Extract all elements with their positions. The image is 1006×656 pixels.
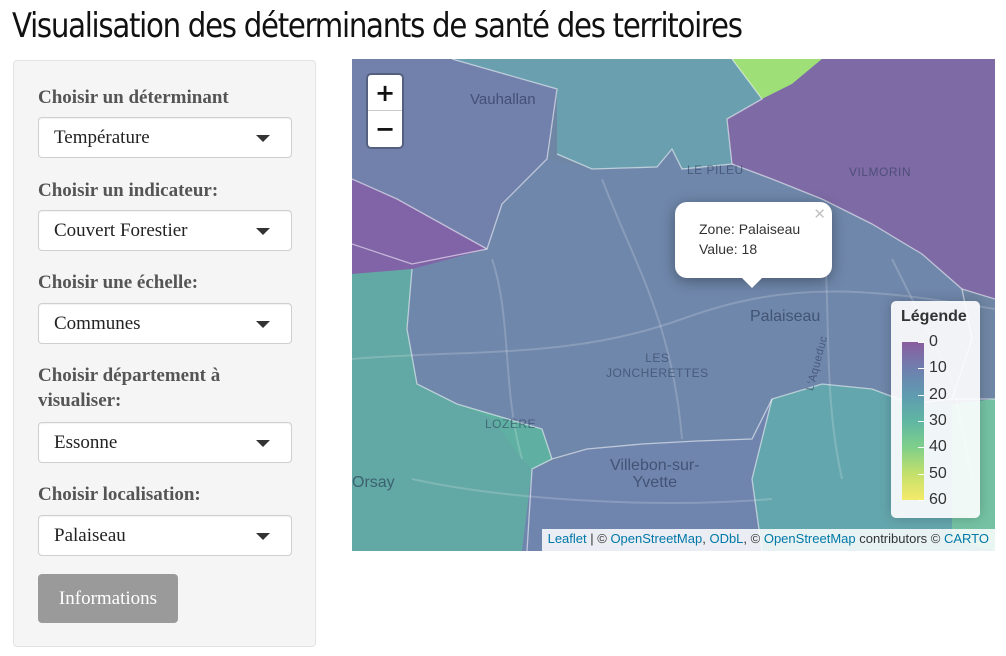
sidebar-panel: Choisir un déterminant Température Chois… xyxy=(13,60,316,647)
caret-down-icon xyxy=(256,228,270,235)
informations-button[interactable]: Informations xyxy=(38,574,178,623)
legend-tick xyxy=(918,447,924,449)
zoom-out-button[interactable]: − xyxy=(368,111,402,147)
determinant-select-value: Température xyxy=(54,127,150,148)
departement-select[interactable]: Essonne xyxy=(38,422,292,463)
legend-tick-label: 20 xyxy=(929,385,947,403)
localisation-select[interactable]: Palaiseau xyxy=(38,515,292,556)
legend-tick-label: 60 xyxy=(929,491,947,508)
openstreetmap-link[interactable]: OpenStreetMap xyxy=(764,531,856,546)
place-label-palaiseau: Palaiseau xyxy=(750,308,821,325)
place-label-orsay: Orsay xyxy=(352,474,395,491)
legend-tick-label: 40 xyxy=(929,438,947,456)
caret-down-icon xyxy=(256,135,270,142)
place-label-villebon: Villebon-sur- Yvette xyxy=(610,457,700,491)
legend-tick xyxy=(918,421,924,422)
determinant-label: Choisir un déterminant xyxy=(38,87,229,108)
caret-down-icon xyxy=(256,533,270,540)
zoom-control: + − xyxy=(366,73,404,149)
determinant-select[interactable]: Température xyxy=(38,117,292,158)
place-label-vilmorin: VILMORIN xyxy=(849,165,912,179)
attribution-text: , © xyxy=(743,531,764,546)
map-attribution: Leaflet | © OpenStreetMap, ODbL, © OpenS… xyxy=(541,529,995,551)
caret-down-icon xyxy=(256,440,270,447)
echelle-label: Choisir une échelle: xyxy=(38,272,199,293)
zoom-in-button[interactable]: + xyxy=(368,75,402,111)
place-label-le-pileu: LE PILEU xyxy=(687,163,744,177)
place-label-les-joncherettes: LES JONCHERETTES xyxy=(606,351,709,380)
legend-title: Légende xyxy=(901,308,967,325)
legend-tick xyxy=(918,342,924,343)
indicateur-select[interactable]: Couvert Forestier xyxy=(38,210,292,251)
place-label-lozere: LOZÈRE xyxy=(485,417,537,431)
legend-tick-label: 30 xyxy=(929,412,947,429)
place-label-vauhallan: Vauhallan xyxy=(470,91,536,108)
popup-value: Value: 18 xyxy=(699,241,758,257)
close-icon[interactable]: ✕ xyxy=(813,205,826,223)
legend-tick xyxy=(918,473,924,475)
attribution-text: contributors © xyxy=(855,531,944,546)
departement-label: Choisir département à visualiser: xyxy=(38,365,221,411)
indicateur-label: Choisir un indicateur: xyxy=(38,180,219,201)
map-popup: ✕ Zone: Palaiseau Value: 18 xyxy=(675,202,832,288)
localisation-label: Choisir localisation: xyxy=(38,484,201,505)
map-legend: Légende 0 10 20 30 40 50 60 xyxy=(891,301,980,518)
page-title: Visualisation des déterminants de santé … xyxy=(12,6,743,46)
openstreetmap-link[interactable]: OpenStreetMap xyxy=(610,531,702,546)
leaflet-link[interactable]: Leaflet xyxy=(548,531,587,546)
legend-tick-label: 50 xyxy=(929,464,947,482)
echelle-select[interactable]: Communes xyxy=(38,303,292,344)
caret-down-icon xyxy=(256,321,270,328)
odbl-link[interactable]: ODbL xyxy=(709,531,743,546)
indicateur-select-value: Couvert Forestier xyxy=(54,220,188,241)
departement-select-value: Essonne xyxy=(54,432,118,453)
popup-zone: Zone: Palaiseau xyxy=(699,221,801,237)
legend-tick xyxy=(918,394,924,396)
echelle-select-value: Communes xyxy=(54,313,141,334)
carto-link[interactable]: CARTO xyxy=(944,531,989,546)
legend-tick xyxy=(918,500,924,501)
legend-tick-label: 0 xyxy=(929,333,938,350)
localisation-select-value: Palaiseau xyxy=(54,525,126,546)
map-view[interactable]: Vauhallan LE PILEU VILMORIN Palaiseau LE… xyxy=(352,59,995,551)
attribution-text: | © xyxy=(586,531,611,546)
legend-tick-label: 10 xyxy=(929,359,947,377)
legend-tick xyxy=(918,368,924,370)
